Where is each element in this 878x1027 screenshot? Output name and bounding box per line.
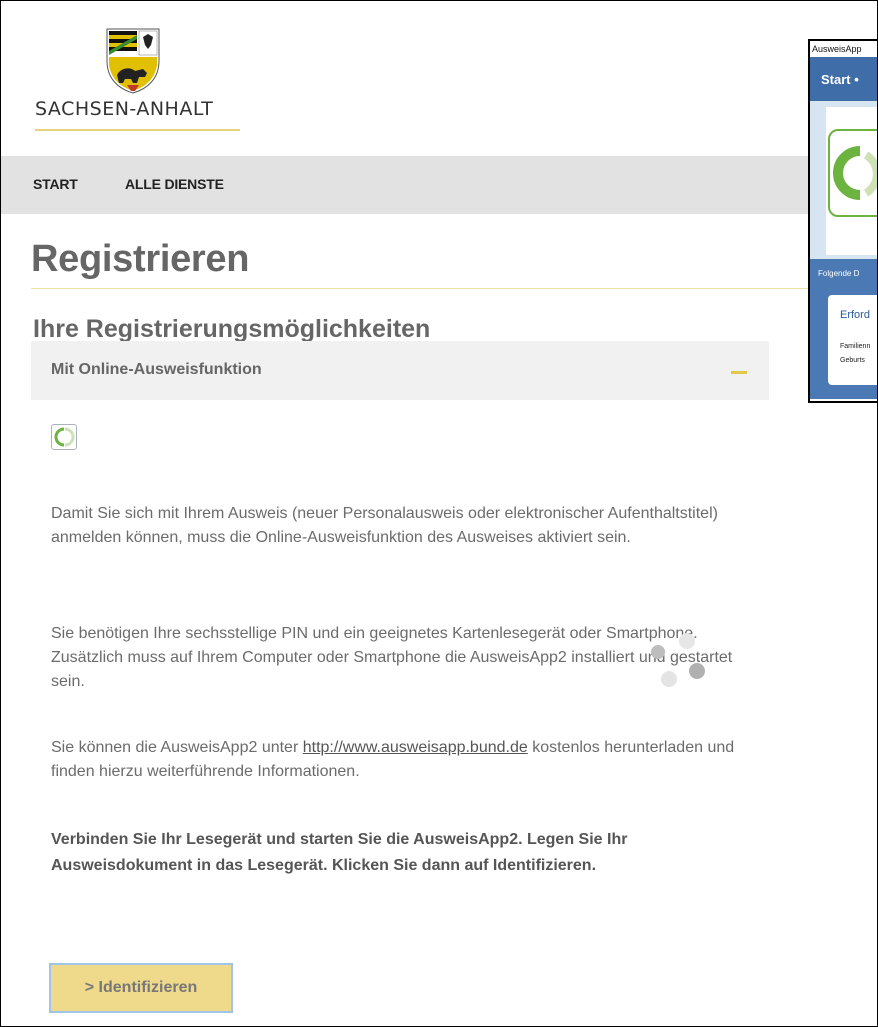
app-status-panel (810, 101, 877, 259)
nav-item-alle-dienste[interactable]: ALLE DIENSTE (125, 176, 224, 192)
app-card-heading: Erford (840, 309, 870, 321)
coat-of-arms-logo (106, 28, 160, 94)
loading-spinner-icon (649, 633, 709, 693)
app-status-card (826, 107, 877, 255)
app-required-data-card: Erford Familienn Geburts (828, 295, 877, 385)
page-title: Registrieren (31, 238, 250, 280)
app-navbar: Start • (810, 57, 877, 101)
title-divider (31, 288, 877, 289)
page: SACHSEN-ANHALT START ALLE DIENSTE Regist… (0, 0, 878, 1027)
info-paragraph-download: Sie können die AusweisApp2 unter http://… (51, 736, 751, 784)
brand-underline (35, 129, 240, 131)
app-info-text: Folgende D (818, 269, 860, 278)
app-card-row: Geburts (840, 357, 865, 364)
app-window-title: AusweisApp (810, 41, 877, 57)
main-navigation: START ALLE DIENSTE (1, 156, 877, 214)
info-paragraph-1: Damit Sie sich mit Ihrem Ausweis (neuer … (51, 505, 718, 546)
info-paragraph-2: Sie benötigen Ihre sechsstellige PIN und… (51, 625, 733, 690)
app-content-area: Folgende D Erford Familienn Geburts (810, 259, 877, 399)
instruction-text: Verbinden Sie Ihr Lesegerät und starten … (51, 831, 628, 874)
section-subtitle: Ihre Registrierungsmöglichkeiten (33, 315, 431, 343)
download-text-before: Sie können die AusweisApp2 unter (51, 739, 303, 756)
accordion-header-online-ausweis[interactable]: Mit Online-Ausweisfunktion (31, 341, 769, 400)
ausweisapp-icon (51, 424, 77, 450)
app-logo-icon (828, 129, 877, 217)
accordion-label: Mit Online-Ausweisfunktion (51, 361, 262, 378)
app-card-row: Familienn (840, 343, 871, 350)
ausweisapp-window: AusweisApp Start • Folgende D Erford Fam… (808, 39, 877, 403)
nav-item-start[interactable]: START (33, 176, 78, 192)
brand-name: SACHSEN-ANHALT (35, 98, 214, 120)
ausweisapp-download-link[interactable]: http://www.ausweisapp.bund.de (303, 739, 528, 756)
collapse-icon[interactable] (731, 371, 747, 374)
app-nav-start[interactable]: Start • (821, 72, 859, 87)
identify-button[interactable]: > Identifizieren (49, 963, 233, 1013)
